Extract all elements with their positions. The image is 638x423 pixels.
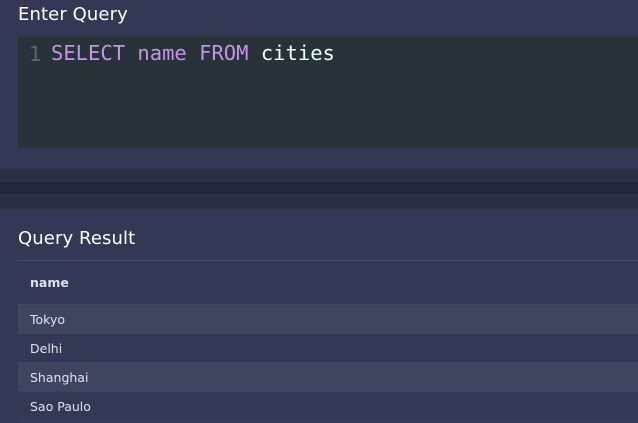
table-cell: Sao Paulo (18, 391, 638, 421)
code-line[interactable]: SELECT name FROM cities (51, 41, 335, 65)
table-row: Tokyo (18, 304, 638, 334)
column-header[interactable]: name (18, 260, 638, 305)
table-name-token: cities (260, 41, 335, 65)
keyword-from: FROM (199, 41, 249, 65)
table-row: Shanghai (18, 362, 638, 392)
query-panel: Enter Query 1 SELECT name FROM cities (0, 0, 638, 169)
table-row: Sao Paulo (18, 391, 638, 421)
table-row: Delhi (18, 333, 638, 363)
page: Enter Query 1 SELECT name FROM cities Qu… (0, 0, 638, 423)
table-cell: Tokyo (18, 304, 638, 334)
keyword-select: SELECT (51, 41, 126, 65)
table-cell: Delhi (18, 333, 638, 363)
panel-divider (0, 169, 638, 209)
line-number: 1 (29, 42, 42, 66)
result-panel: Query Result name Tokyo Delhi Shanghai S… (0, 209, 638, 423)
query-panel-title: Enter Query (18, 4, 128, 25)
results-table: name Tokyo Delhi Shanghai Sao Paulo (18, 260, 638, 421)
result-panel-title: Query Result (18, 228, 136, 249)
query-editor[interactable]: 1 SELECT name FROM cities (18, 36, 638, 148)
table-header-row: name (18, 260, 638, 305)
table-cell: Shanghai (18, 362, 638, 392)
column-name-token: name (137, 41, 187, 65)
resize-handle[interactable] (0, 182, 638, 194)
